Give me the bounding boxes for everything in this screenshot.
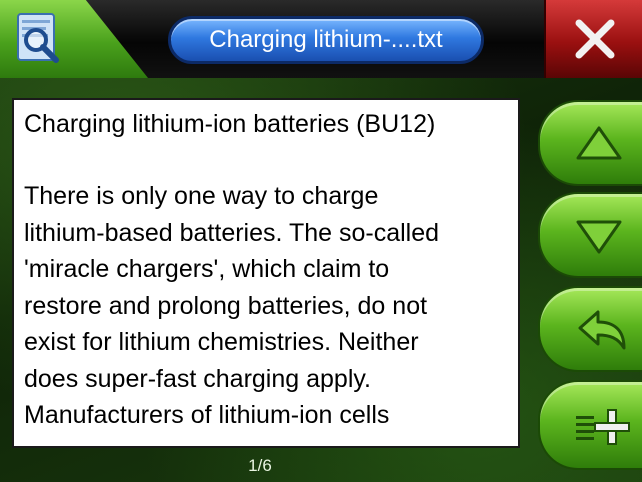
document-line: exist for lithium chemistries. Neither	[24, 328, 419, 356]
document-body: There is only one way to charge lithium-…	[24, 178, 518, 434]
document-magnifier-icon[interactable]	[12, 10, 66, 66]
document-line: lithium-based batteries. The so-called	[24, 218, 440, 247]
window-title[interactable]: Charging lithium-....txt	[168, 16, 484, 64]
close-icon	[575, 19, 615, 59]
page-indicator: 1/6	[248, 456, 272, 475]
scroll-up-button[interactable]	[538, 100, 642, 186]
document-line: Manufacturers of lithium-ion cells	[24, 401, 390, 429]
document-viewer[interactable]: Charging lithium-ion batteries (BU12) Th…	[12, 98, 520, 448]
document-line: 'miracle chargers', which claim to	[24, 255, 390, 283]
list-add-icon	[576, 409, 630, 445]
add-bookmark-button[interactable]	[538, 380, 642, 470]
triangle-up-icon	[576, 126, 622, 160]
back-button[interactable]	[538, 286, 642, 372]
close-button[interactable]	[544, 0, 642, 78]
triangle-down-icon	[576, 220, 622, 254]
document-line: There is only one way to charge	[24, 182, 379, 210]
document-line: does super-fast charging apply.	[24, 364, 371, 393]
document-line: restore and prolong batteries, do not	[24, 291, 428, 320]
back-arrow-icon	[578, 310, 626, 350]
document-title: Charging lithium-ion batteries (BU12)	[24, 110, 436, 138]
scroll-down-button[interactable]	[538, 192, 642, 278]
